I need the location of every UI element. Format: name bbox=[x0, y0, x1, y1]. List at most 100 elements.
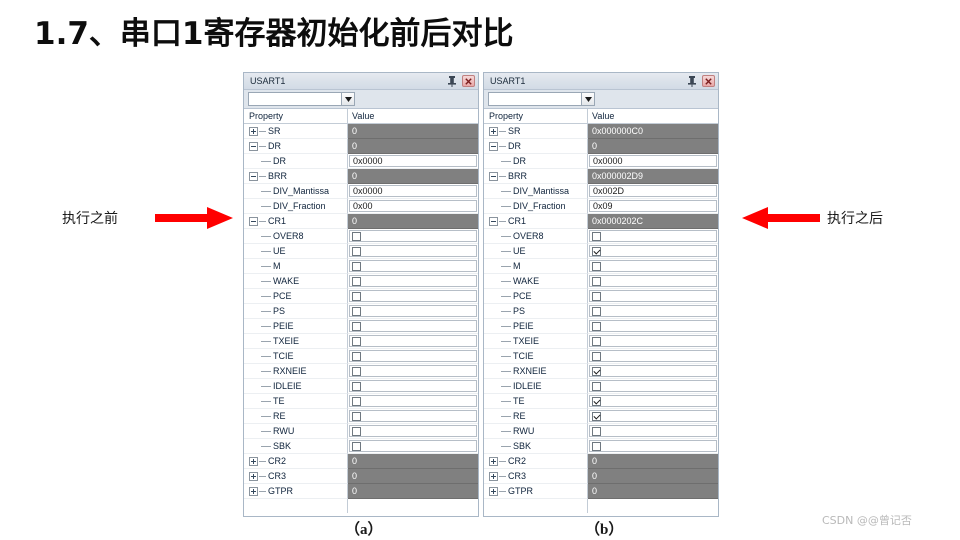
table-row[interactable]: DIV_Fraction 0x09 bbox=[484, 199, 718, 214]
row-value-cell[interactable]: 0 bbox=[348, 124, 478, 139]
chevron-down-icon[interactable] bbox=[581, 93, 594, 105]
row-value-checkbox-cell[interactable] bbox=[589, 380, 717, 392]
close-icon[interactable] bbox=[702, 75, 715, 87]
row-value-checkbox-cell[interactable] bbox=[589, 230, 717, 242]
row-value-cell[interactable]: 0 bbox=[348, 169, 478, 184]
row-value-checkbox-cell[interactable] bbox=[589, 275, 717, 287]
row-value-checkbox-cell[interactable] bbox=[349, 335, 477, 347]
row-value-cell[interactable] bbox=[348, 409, 478, 424]
checkbox-pce[interactable] bbox=[592, 291, 601, 301]
row-value-cell[interactable] bbox=[348, 349, 478, 364]
pin-icon[interactable] bbox=[687, 75, 697, 87]
row-value-cell[interactable] bbox=[348, 394, 478, 409]
table-row[interactable]: M bbox=[244, 259, 478, 274]
table-row[interactable]: DR 0 bbox=[484, 139, 718, 154]
checkbox-pce[interactable] bbox=[352, 291, 361, 301]
checkbox-tcie[interactable] bbox=[592, 351, 601, 361]
table-row[interactable]: CR2 0 bbox=[244, 454, 478, 469]
expand-icon[interactable] bbox=[489, 471, 498, 481]
table-row[interactable]: TCIE bbox=[244, 349, 478, 364]
checkbox-wake[interactable] bbox=[592, 276, 601, 286]
table-row[interactable]: TE bbox=[484, 394, 718, 409]
table-row[interactable]: DIV_Mantissa 0x002D bbox=[484, 184, 718, 199]
table-row[interactable]: DR 0 bbox=[244, 139, 478, 154]
table-row[interactable]: RXNEIE bbox=[484, 364, 718, 379]
table-row[interactable]: UE bbox=[244, 244, 478, 259]
collapse-icon[interactable] bbox=[489, 141, 498, 151]
collapse-icon[interactable] bbox=[489, 171, 498, 181]
checkbox-over8[interactable] bbox=[592, 231, 601, 241]
collapse-icon[interactable] bbox=[249, 141, 258, 151]
row-value-cell[interactable]: 0x000002D9 bbox=[588, 169, 718, 184]
row-value-cell[interactable]: 0 bbox=[588, 139, 718, 154]
table-row[interactable]: BRR 0 bbox=[244, 169, 478, 184]
checkbox-sbk[interactable] bbox=[352, 441, 361, 451]
pin-icon[interactable] bbox=[447, 75, 457, 87]
row-value-checkbox-cell[interactable] bbox=[589, 305, 717, 317]
table-row[interactable]: SR 0 bbox=[244, 124, 478, 139]
row-value-cell[interactable] bbox=[588, 289, 718, 304]
table-row[interactable]: TCIE bbox=[484, 349, 718, 364]
checkbox-re[interactable] bbox=[592, 411, 601, 421]
expand-icon[interactable] bbox=[489, 456, 498, 466]
row-value-input[interactable]: 0x09 bbox=[589, 200, 717, 212]
row-value-checkbox-cell[interactable] bbox=[349, 305, 477, 317]
table-row[interactable]: PEIE bbox=[484, 319, 718, 334]
row-value-cell[interactable] bbox=[588, 334, 718, 349]
checkbox-over8[interactable] bbox=[352, 231, 361, 241]
table-row[interactable]: WAKE bbox=[484, 274, 718, 289]
table-row[interactable]: SR 0x000000C0 bbox=[484, 124, 718, 139]
table-row[interactable]: PEIE bbox=[244, 319, 478, 334]
expand-icon[interactable] bbox=[249, 471, 258, 481]
row-value-cell[interactable]: 0x000000C0 bbox=[588, 124, 718, 139]
row-value-input[interactable]: 0x0000 bbox=[589, 155, 717, 167]
row-value-cell[interactable]: 0 bbox=[348, 214, 478, 229]
collapse-icon[interactable] bbox=[249, 216, 258, 226]
row-value-cell[interactable] bbox=[348, 424, 478, 439]
table-row[interactable]: IDLEIE bbox=[244, 379, 478, 394]
row-value-cell[interactable]: 0x09 bbox=[588, 199, 718, 214]
row-value-input[interactable]: 0x0000 bbox=[349, 185, 477, 197]
row-value-cell[interactable] bbox=[348, 229, 478, 244]
expand-icon[interactable] bbox=[249, 486, 258, 496]
checkbox-idleie[interactable] bbox=[592, 381, 601, 391]
table-row[interactable]: M bbox=[484, 259, 718, 274]
table-row[interactable]: RWU bbox=[484, 424, 718, 439]
row-value-cell[interactable]: 0x0000 bbox=[348, 154, 478, 169]
table-row[interactable]: PCE bbox=[244, 289, 478, 304]
row-value-cell[interactable] bbox=[588, 259, 718, 274]
row-value-checkbox-cell[interactable] bbox=[589, 335, 717, 347]
table-row[interactable]: IDLEIE bbox=[484, 379, 718, 394]
close-icon[interactable] bbox=[462, 75, 475, 87]
table-row[interactable]: DR 0x0000 bbox=[484, 154, 718, 169]
row-value-checkbox-cell[interactable] bbox=[589, 365, 717, 377]
table-row[interactable]: TXEIE bbox=[244, 334, 478, 349]
row-value-cell[interactable]: 0 bbox=[588, 469, 718, 484]
row-value-cell[interactable] bbox=[588, 409, 718, 424]
row-value-cell[interactable] bbox=[348, 379, 478, 394]
row-value-checkbox-cell[interactable] bbox=[589, 395, 717, 407]
checkbox-rxneie[interactable] bbox=[592, 366, 601, 376]
table-row[interactable]: CR3 0 bbox=[484, 469, 718, 484]
expand-icon[interactable] bbox=[249, 126, 258, 136]
row-value-checkbox-cell[interactable] bbox=[589, 440, 717, 452]
checkbox-m[interactable] bbox=[352, 261, 361, 271]
checkbox-rwu[interactable] bbox=[352, 426, 361, 436]
row-value-cell[interactable] bbox=[348, 274, 478, 289]
row-value-cell[interactable] bbox=[588, 394, 718, 409]
table-row[interactable]: TE bbox=[244, 394, 478, 409]
checkbox-ue[interactable] bbox=[592, 246, 601, 256]
row-value-checkbox-cell[interactable] bbox=[349, 425, 477, 437]
table-row[interactable]: GTPR 0 bbox=[244, 484, 478, 499]
row-value-checkbox-cell[interactable] bbox=[349, 290, 477, 302]
checkbox-idleie[interactable] bbox=[352, 381, 361, 391]
table-row[interactable]: RE bbox=[484, 409, 718, 424]
checkbox-ue[interactable] bbox=[352, 246, 361, 256]
table-row[interactable]: PS bbox=[484, 304, 718, 319]
row-value-cell[interactable] bbox=[348, 244, 478, 259]
row-value-cell[interactable] bbox=[348, 334, 478, 349]
row-value-checkbox-cell[interactable] bbox=[589, 350, 717, 362]
row-value-checkbox-cell[interactable] bbox=[349, 440, 477, 452]
checkbox-rwu[interactable] bbox=[592, 426, 601, 436]
row-value-checkbox-cell[interactable] bbox=[349, 350, 477, 362]
